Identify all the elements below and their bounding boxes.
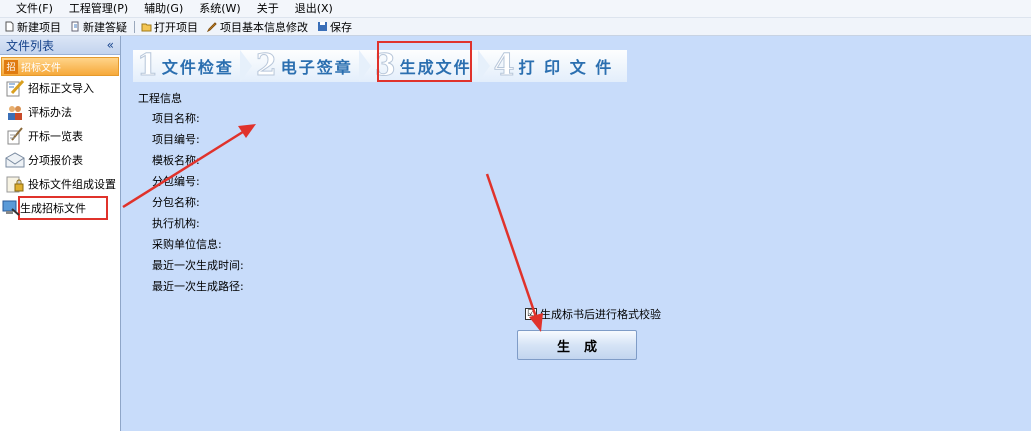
field-template-name: 模板名称:	[152, 154, 200, 167]
sidebar-item-label: 招标正文导入	[28, 82, 94, 95]
sidebar-item-itemized-quote[interactable]: 分项报价表	[0, 148, 120, 172]
sidebar-item-label: 生成招标文件	[20, 202, 86, 215]
save-button[interactable]: 保存	[313, 18, 357, 35]
field-purchaser-info: 采购单位信息:	[152, 238, 222, 251]
envelope-icon	[5, 152, 25, 168]
sidebar-header: 文件列表 «	[0, 36, 120, 55]
step-arrow	[358, 50, 371, 82]
menu-bar: 文件(F) 工程管理(P) 辅助(G) 系统(W) 关于 退出(X)	[0, 0, 1031, 18]
menu-about[interactable]: 关于	[249, 0, 287, 17]
edit-project-info-label: 项目基本信息修改	[220, 20, 308, 34]
sidebar-item-label: 分项报价表	[28, 154, 83, 167]
menu-exit[interactable]: 退出(X)	[287, 0, 341, 17]
step-label: 打 印 文 件	[518, 58, 614, 77]
toolbar-separator	[134, 20, 135, 33]
sidebar-item-bid-composition-settings[interactable]: 投标文件组成设置	[0, 172, 120, 196]
step-label: 文件检查	[161, 58, 234, 77]
step-label: 电子签章	[280, 58, 353, 77]
sidebar-item-bid-opening-list[interactable]: 开标一览表	[0, 124, 120, 148]
collapse-icon[interactable]: «	[107, 38, 114, 52]
sidebar-item-label: 投标文件组成设置	[28, 178, 116, 191]
menu-project-management[interactable]: 工程管理(P)	[61, 0, 136, 17]
project-info-fields: 项目名称: 项目编号: 模板名称: 分包编号: 分包名称: 执行机构: 采购单位…	[152, 108, 244, 297]
generate-button[interactable]: 生成	[517, 330, 637, 360]
format-check-label: 生成标书后进行格式校验	[540, 308, 661, 321]
step-file-check[interactable]: 1 文件检查	[133, 50, 252, 82]
file-list-sidebar: 文件列表 « 招 招标文件 招标正文导入 评标办法 开标一览表 分项报价表 投标…	[0, 36, 121, 431]
sidebar-title: 文件列表	[6, 38, 55, 53]
field-package-number: 分包编号:	[152, 175, 200, 188]
pencil-icon	[207, 22, 217, 32]
new-qa-label: 新建答疑	[83, 20, 127, 34]
field-project-number: 项目编号:	[152, 133, 200, 146]
sidebar-item-import-tender-text[interactable]: 招标正文导入	[0, 76, 120, 100]
computer-icon	[2, 200, 20, 216]
step-generate-file[interactable]: 3 生成文件	[370, 48, 490, 83]
pen-document-icon	[6, 79, 25, 97]
step-arrow	[239, 50, 252, 82]
save-disk-icon	[318, 22, 327, 31]
sidebar-group-label: 招标文件	[21, 63, 61, 74]
step-number: 1	[137, 48, 159, 83]
new-project-button[interactable]: 新建项目	[0, 18, 66, 35]
people-icon	[8, 106, 22, 120]
step-number: 4	[493, 48, 515, 83]
sidebar-item-generate-tender-file[interactable]: 生成招标文件	[2, 196, 108, 220]
sidebar-item-label: 评标办法	[28, 106, 72, 119]
step-label: 生成文件	[399, 58, 472, 77]
list-pen-icon	[7, 127, 23, 145]
new-document-icon	[5, 21, 14, 32]
step-number: 2	[255, 48, 277, 83]
field-project-name: 项目名称:	[152, 112, 200, 125]
sidebar-item-evaluation-method[interactable]: 评标办法	[0, 100, 120, 124]
document-edit-icon	[71, 21, 79, 32]
project-info-title: 工程信息	[138, 92, 182, 105]
step-number: 3	[374, 48, 396, 83]
sidebar-group-tender-file[interactable]: 招 招标文件	[1, 57, 119, 76]
step-electronic-signature[interactable]: 2 电子签章	[251, 48, 371, 83]
menu-system[interactable]: 系统(W)	[191, 0, 248, 17]
new-qa-button[interactable]: 新建答疑	[66, 18, 132, 35]
field-package-name: 分包名称:	[152, 196, 200, 209]
edit-project-info-button[interactable]: 项目基本信息修改	[203, 18, 313, 35]
open-folder-icon	[141, 23, 152, 32]
menu-file[interactable]: 文件(F)	[0, 0, 61, 17]
step-bar: 1 文件检查 2 电子签章 3 生成文件 4 打 印 文 件	[133, 48, 628, 83]
open-project-button[interactable]: 打开项目	[137, 18, 203, 35]
menu-assist[interactable]: 辅助(G)	[136, 0, 191, 17]
step-arrow	[477, 50, 490, 82]
sidebar-item-label: 开标一览表	[28, 130, 83, 143]
tender-group-icon: 招	[4, 59, 18, 74]
new-project-label: 新建项目	[17, 20, 61, 34]
field-last-generated-time: 最近一次生成时间:	[152, 259, 244, 272]
format-check-option[interactable]: ☑ 生成标书后进行格式校验	[525, 306, 661, 322]
toolbar: 新建项目 新建答疑 打开项目 项目基本信息修改 保存	[0, 18, 1031, 36]
field-last-generated-path: 最近一次生成路径:	[152, 280, 244, 293]
save-label: 保存	[330, 20, 352, 34]
open-project-label: 打开项目	[154, 20, 198, 34]
field-executing-agency: 执行机构:	[152, 217, 200, 230]
lock-document-icon	[6, 176, 24, 193]
format-check-checkbox[interactable]: ☑	[525, 308, 537, 320]
step-print-file[interactable]: 4 打 印 文 件	[489, 48, 628, 83]
main-panel: 1 文件检查 2 电子签章 3 生成文件 4 打 印 文 件 工程信息 项目名称…	[121, 36, 1031, 431]
